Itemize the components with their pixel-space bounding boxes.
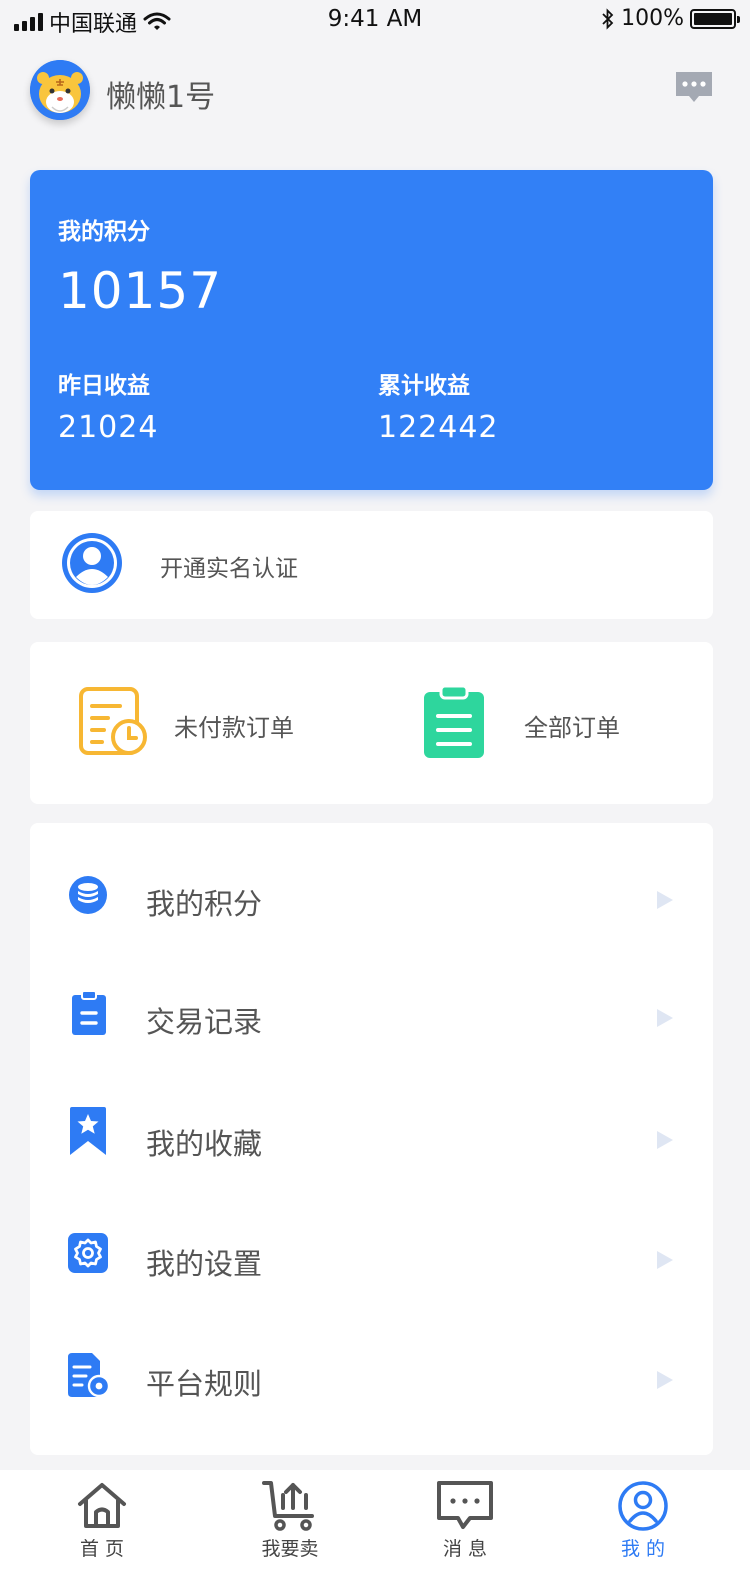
bookmark-star-icon bbox=[70, 1107, 106, 1155]
all-orders-entry[interactable]: 全部订单 bbox=[424, 686, 664, 758]
tab-messages[interactable]: 消 息 bbox=[405, 1480, 525, 1576]
status-bar: 中国联通 9:41 AM 100% bbox=[0, 0, 750, 40]
menu-label-points: 我的积分 bbox=[146, 887, 263, 921]
rules-document-icon bbox=[68, 1353, 110, 1397]
chat-bubble-icon[interactable] bbox=[674, 70, 714, 106]
total-earnings-label: 累计收益 bbox=[378, 373, 470, 399]
sell-cart-icon bbox=[262, 1481, 314, 1531]
menu-label-settings: 我的设置 bbox=[146, 1247, 263, 1281]
profile-icon bbox=[618, 1481, 668, 1531]
menu-label-favorites: 我的收藏 bbox=[146, 1127, 263, 1161]
points-card[interactable]: 我的积分 10157 昨日收益 21024 累计收益 122442 bbox=[30, 170, 713, 490]
chevron-right-icon bbox=[657, 1371, 673, 1389]
menu-item-settings[interactable]: 我的设置 bbox=[30, 1193, 713, 1311]
menu-item-transactions[interactable]: 交易记录 bbox=[30, 951, 713, 1069]
yesterday-earnings-label: 昨日收益 bbox=[58, 373, 150, 399]
tab-messages-label: 消 息 bbox=[442, 1538, 488, 1560]
points-value: 10157 bbox=[58, 262, 223, 320]
menu-list: 我的积分 交易记录 我的收藏 我的设置 平台规则 bbox=[30, 823, 713, 1455]
username: 懒懒1号 bbox=[106, 80, 216, 115]
tab-profile[interactable]: 我 的 bbox=[583, 1480, 703, 1576]
bottom-tab-bar: 首 页 我要卖 消 息 我 的 bbox=[0, 1470, 750, 1582]
chevron-right-icon bbox=[657, 891, 673, 909]
tab-sell-label: 我要卖 bbox=[261, 1538, 319, 1560]
chevron-right-icon bbox=[657, 1009, 673, 1027]
unpaid-orders-label: 未付款订单 bbox=[174, 714, 294, 742]
unpaid-order-icon bbox=[79, 687, 147, 755]
unpaid-orders-entry[interactable]: 未付款订单 bbox=[78, 686, 358, 758]
battery-icon bbox=[690, 8, 740, 29]
points-label: 我的积分 bbox=[58, 219, 150, 245]
menu-item-points[interactable]: 我的积分 bbox=[30, 833, 713, 951]
gear-icon bbox=[68, 1233, 108, 1273]
tiger-avatar-icon bbox=[30, 60, 90, 120]
total-earnings-value: 122442 bbox=[378, 410, 499, 445]
menu-label-transactions: 交易记录 bbox=[146, 1005, 263, 1039]
bluetooth-icon bbox=[602, 7, 614, 30]
clipboard-icon bbox=[72, 991, 106, 1035]
tab-sell[interactable]: 我要卖 bbox=[230, 1480, 350, 1576]
chevron-right-icon bbox=[657, 1251, 673, 1269]
menu-item-rules[interactable]: 平台规则 bbox=[30, 1313, 713, 1431]
user-circle-icon bbox=[62, 533, 122, 593]
menu-item-favorites[interactable]: 我的收藏 bbox=[30, 1073, 713, 1191]
profile-header: 懒懒1号 bbox=[30, 58, 720, 124]
coins-icon bbox=[69, 876, 107, 914]
tab-home-label: 首 页 bbox=[79, 1538, 125, 1560]
orders-card: 未付款订单 全部订单 bbox=[30, 642, 713, 804]
real-name-verify-card[interactable]: 开通实名认证 bbox=[30, 511, 713, 619]
battery-percent: 100% bbox=[621, 6, 684, 31]
all-orders-icon bbox=[424, 686, 484, 758]
all-orders-label: 全部订单 bbox=[524, 714, 620, 742]
menu-label-rules: 平台规则 bbox=[146, 1367, 263, 1401]
verify-label: 开通实名认证 bbox=[160, 556, 298, 582]
home-icon bbox=[78, 1483, 126, 1528]
avatar[interactable] bbox=[30, 60, 90, 120]
message-icon bbox=[437, 1481, 493, 1529]
yesterday-earnings-value: 21024 bbox=[58, 410, 159, 445]
chevron-right-icon bbox=[657, 1131, 673, 1149]
status-right: 100% bbox=[601, 6, 740, 31]
tab-home[interactable]: 首 页 bbox=[42, 1480, 162, 1576]
tab-profile-label: 我 的 bbox=[620, 1538, 666, 1560]
